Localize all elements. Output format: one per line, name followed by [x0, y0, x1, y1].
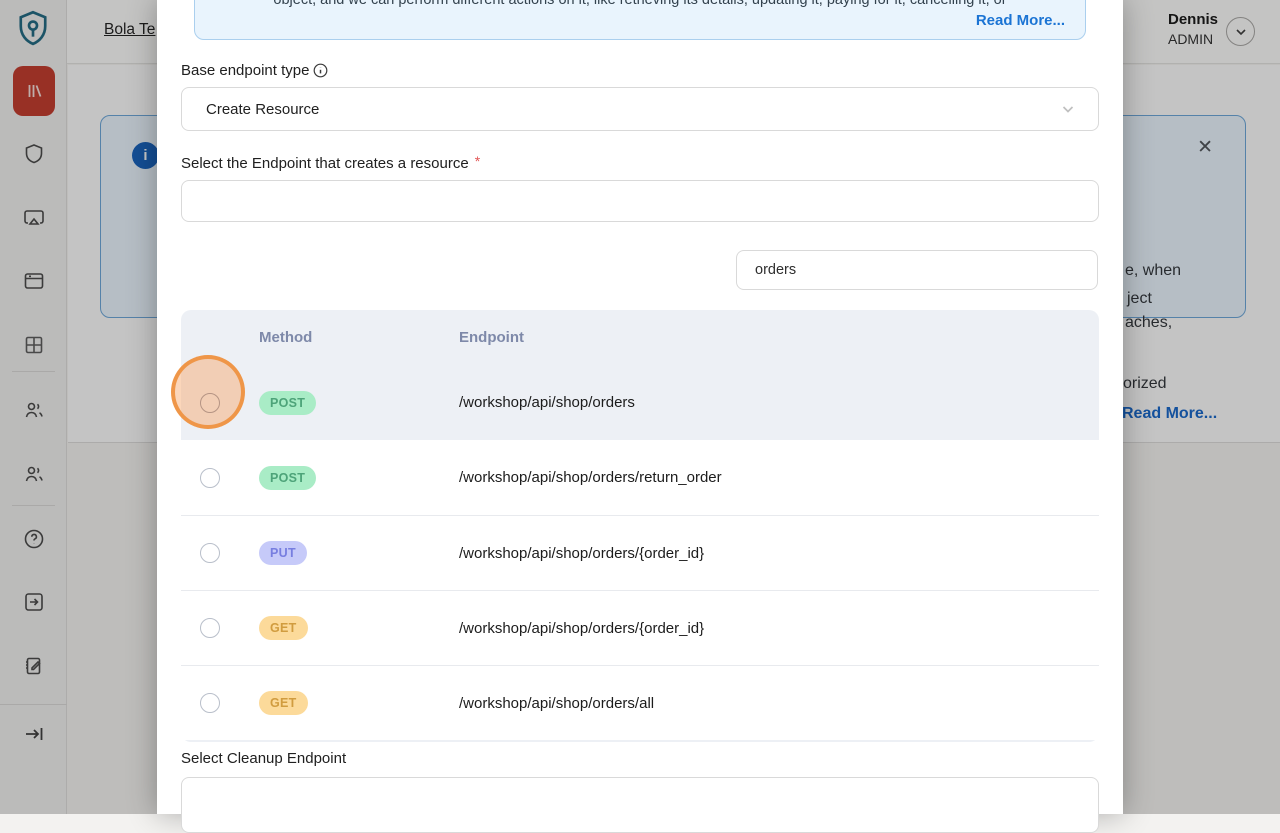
column-header-endpoint: Endpoint — [439, 329, 1099, 346]
page-root: Bola Te Dennis ADMIN i ✕ e, when ject ac… — [0, 0, 1280, 814]
method-badge: PUT — [259, 541, 307, 565]
endpoint-config-modal: object, and we can perform different act… — [157, 0, 1123, 814]
method-badge: GET — [259, 616, 308, 640]
endpoint-table-header: Method Endpoint — [181, 310, 1099, 365]
endpoint-search-input[interactable] — [736, 250, 1098, 290]
column-header-method: Method — [239, 329, 439, 346]
required-asterisk: * — [475, 153, 480, 169]
endpoint-path: /workshop/api/shop/orders/all — [439, 695, 1099, 712]
method-badge: POST — [259, 391, 316, 415]
modal-info-text: object, and we can perform different act… — [215, 0, 1065, 9]
endpoint-table-body: POST /workshop/api/shop/orders POST /wor… — [181, 365, 1099, 740]
method-badge: GET — [259, 691, 308, 715]
endpoint-table: Method Endpoint POST /workshop/api/shop/… — [181, 310, 1099, 742]
cleanup-endpoint-input[interactable] — [181, 777, 1099, 833]
row-radio-button[interactable] — [200, 693, 220, 713]
resource-endpoint-label: Select the Endpoint that creates a resou… — [181, 155, 1099, 172]
endpoint-path: /workshop/api/shop/orders/{order_id} — [439, 620, 1099, 637]
table-row[interactable]: GET /workshop/api/shop/orders/all — [181, 665, 1099, 740]
resource-endpoint-input[interactable] — [181, 180, 1099, 222]
table-row[interactable]: PUT /workshop/api/shop/orders/{order_id} — [181, 515, 1099, 590]
table-row[interactable]: GET /workshop/api/shop/orders/{order_id} — [181, 590, 1099, 665]
endpoint-path: /workshop/api/shop/orders — [439, 394, 1099, 411]
row-radio-button[interactable] — [200, 393, 220, 413]
row-radio-button[interactable] — [200, 468, 220, 488]
selected-option: Create Resource — [206, 101, 1060, 118]
base-endpoint-type-select[interactable]: Create Resource — [181, 87, 1099, 131]
chevron-down-icon — [1060, 101, 1076, 117]
method-badge: POST — [259, 466, 316, 490]
info-icon[interactable] — [313, 63, 328, 78]
read-more-link[interactable]: Read More... — [215, 11, 1065, 31]
endpoint-path: /workshop/api/shop/orders/{order_id} — [439, 545, 1099, 562]
cleanup-endpoint-label: Select Cleanup Endpoint — [181, 750, 1099, 767]
modal-info-box: object, and we can perform different act… — [194, 0, 1086, 40]
table-row[interactable]: POST /workshop/api/shop/orders/return_or… — [181, 440, 1099, 515]
endpoint-path: /workshop/api/shop/orders/return_order — [439, 469, 1099, 486]
row-radio-button[interactable] — [200, 543, 220, 563]
table-row[interactable]: POST /workshop/api/shop/orders — [181, 365, 1099, 440]
row-radio-button[interactable] — [200, 618, 220, 638]
base-endpoint-type-label: Base endpoint type — [181, 62, 1099, 79]
